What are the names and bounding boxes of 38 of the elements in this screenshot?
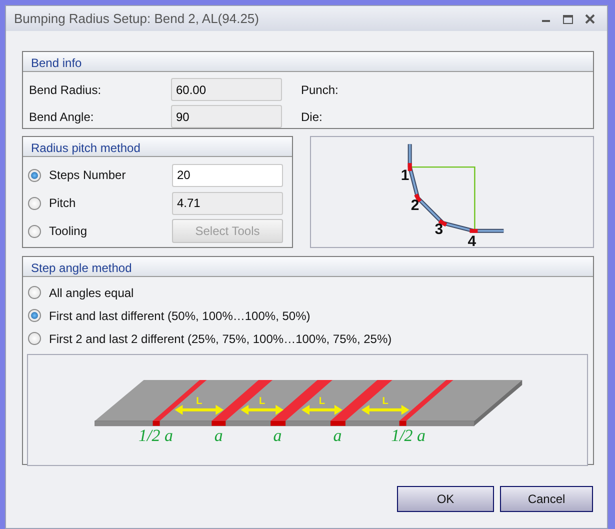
radio-label: First 2 and last 2 different (25%, 75%, 100%…100%, 75%, 25%): [48, 330, 392, 348]
radio-label: Tooling: [48, 223, 88, 240]
double-arrow-icon: [240, 404, 284, 415]
input-field[interactable]: 20: [172, 164, 283, 186]
radio-button[interactable]: [28, 168, 41, 182]
field-label: Punch:: [301, 82, 338, 98]
radio-button[interactable]: [28, 332, 41, 345]
radio-button[interactable]: [28, 286, 41, 299]
band-width-label: a: [273, 426, 282, 445]
point-number: 1: [400, 167, 409, 184]
field-label: Bend Radius:: [28, 82, 102, 98]
spacing-label: L: [259, 396, 266, 407]
group-title: Bend info: [31, 56, 82, 70]
spacing-label: L: [318, 396, 326, 407]
double-arrow-icon: [174, 404, 224, 415]
field-label: Bend Angle:: [28, 108, 95, 126]
band-width-label: a: [214, 426, 223, 445]
point-number: 4: [467, 232, 476, 247]
group-title: Radius pitch method: [31, 141, 140, 155]
band-width-label: a: [333, 426, 342, 445]
double-arrow-icon: [302, 404, 342, 415]
radio-button[interactable]: [28, 309, 41, 322]
point-number: 3: [434, 220, 443, 238]
band-width-label: 1/2 a: [391, 426, 426, 445]
window-title: Bumping Radius Setup: Bend 2, AL(94.25): [14, 10, 260, 28]
field-label: Die:: [301, 108, 322, 126]
spacing-label: L: [196, 396, 202, 407]
spacing-label: L: [382, 396, 388, 407]
group-title: Step angle method: [31, 261, 132, 275]
double-arrow-icon: [361, 404, 410, 415]
radio-label: All angles equal: [48, 284, 134, 302]
point-number: 2: [410, 196, 419, 214]
radio-label: Pitch: [48, 195, 77, 212]
radio-label: First and last different (50%, 100%…100%, 50%): [48, 308, 310, 324]
cancel-button[interactable]: Cancel: [500, 486, 593, 512]
radio-label: Steps Number: [48, 167, 127, 184]
ok-button[interactable]: OK: [397, 486, 494, 512]
band-width-label: 1/2 a: [138, 426, 173, 445]
